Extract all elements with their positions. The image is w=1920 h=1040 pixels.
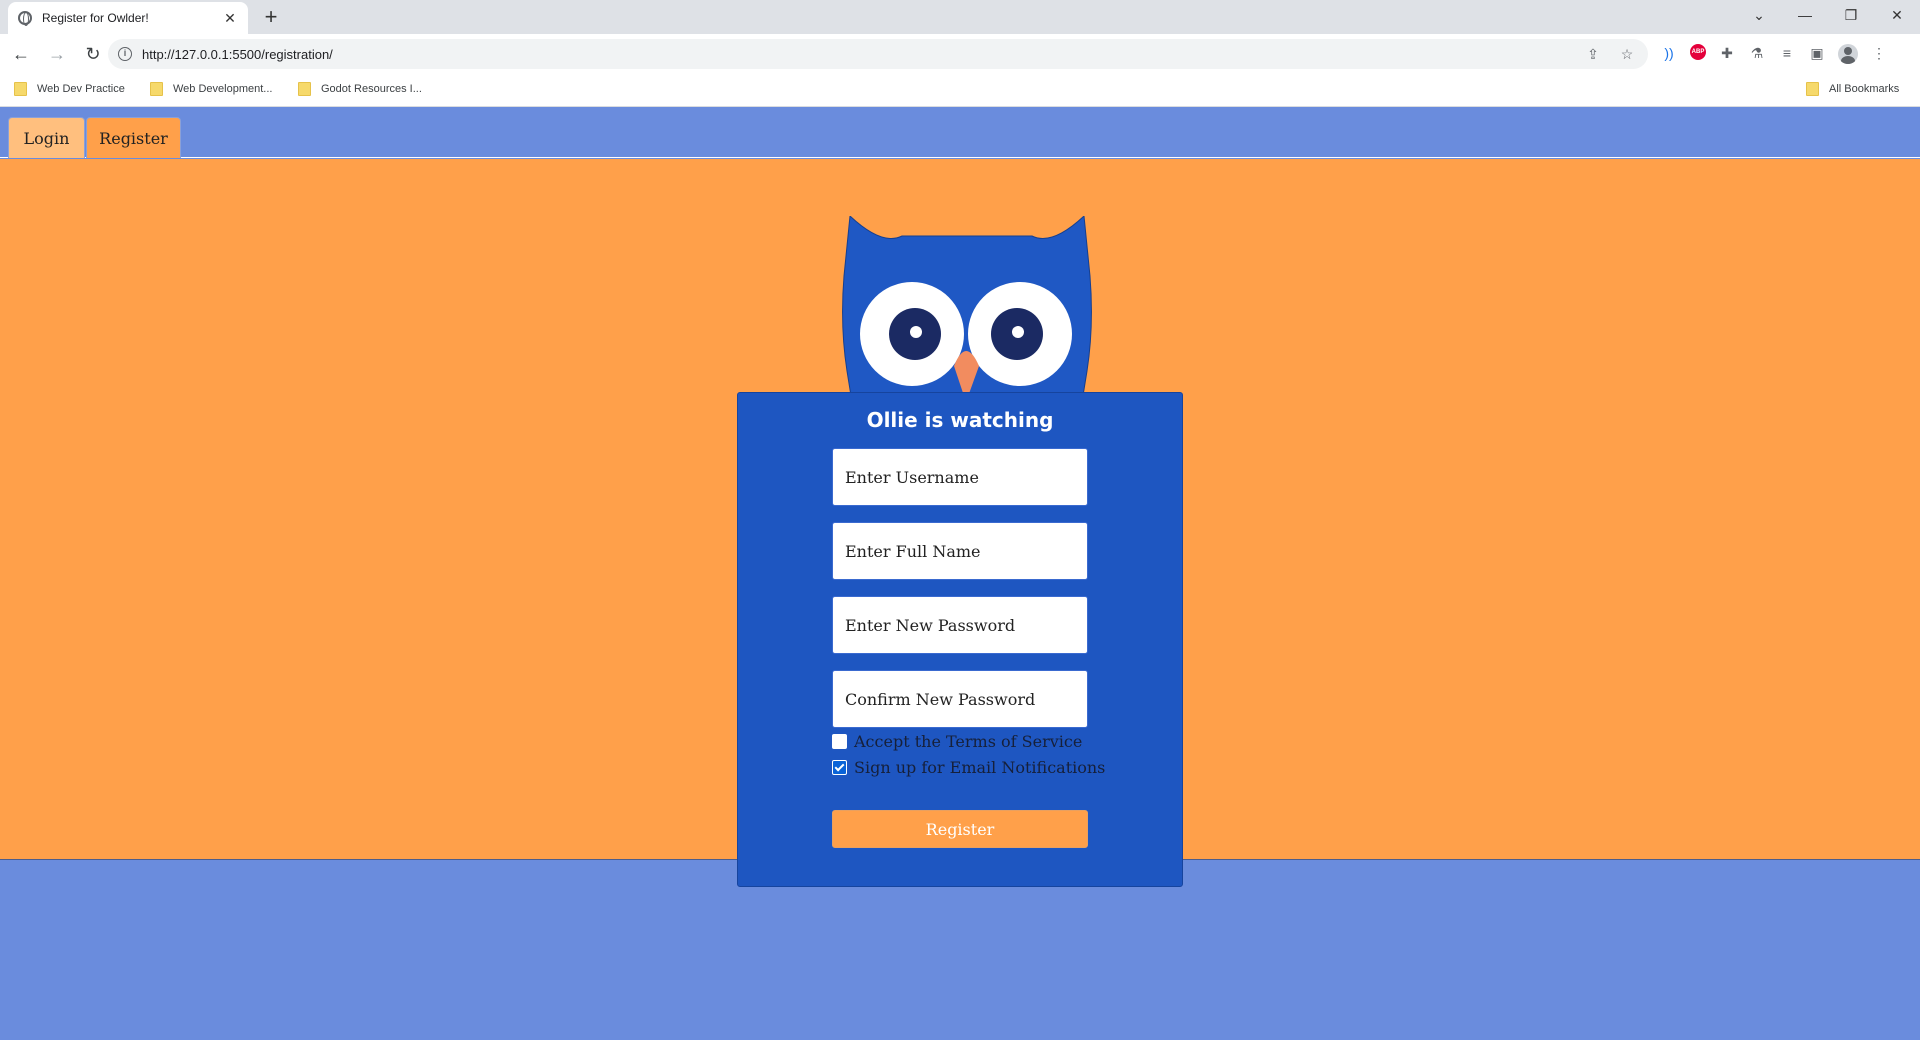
browser-toolbar: ← → ↻ i http://127.0.0.1:5500/registrati… [0,34,1920,74]
email-notifications-checkbox[interactable] [832,760,847,775]
owl-mascot-icon [842,216,1092,402]
close-window-icon[interactable]: ✕ [1874,0,1920,30]
new-tab-button[interactable]: + [258,4,284,30]
browser-tab-title: Register for Owlder! [42,11,149,25]
terms-label[interactable]: Accept the Terms of Service [854,732,1082,751]
side-panel-icon[interactable]: ▣ [1808,44,1826,62]
bookmark-label: Web Development... [173,83,273,95]
adblock-plus-icon[interactable]: ABP [1690,44,1706,60]
tab-search-icon[interactable]: ⌄ [1736,0,1782,30]
folder-icon [1806,82,1819,96]
full-name-input[interactable] [832,522,1088,580]
bookmark-web-development[interactable]: Web Development... [150,82,272,96]
folder-icon [150,82,163,96]
back-icon[interactable]: ← [6,39,36,69]
site-info-icon[interactable]: i [118,47,132,61]
bookmark-label: Godot Resources I... [321,83,422,95]
minimize-icon[interactable]: — [1782,0,1828,30]
email-notifications-row: Sign up for Email Notifications [832,758,1105,777]
top-nav: Login Register [0,108,1920,158]
address-bar-url[interactable]: http://127.0.0.1:5500/registration/ [142,47,333,62]
bookmark-web-dev-practice[interactable]: Web Dev Practice [14,82,125,96]
terms-checkbox[interactable] [832,734,847,749]
globe-icon [18,11,32,26]
folder-icon [14,82,27,96]
all-bookmarks[interactable]: All Bookmarks [1806,82,1899,96]
tab-login[interactable]: Login [8,117,85,158]
all-bookmarks-label: All Bookmarks [1829,83,1900,95]
address-bar[interactable]: i http://127.0.0.1:5500/registration/ ⇪ … [108,39,1648,69]
read-aloud-icon[interactable]: )) [1660,44,1678,62]
new-password-input[interactable] [832,596,1088,654]
bookmark-godot-resources[interactable]: Godot Resources I... [298,82,422,96]
hero-section: Ollie is watching Accept the Terms of Se… [0,159,1920,887]
star-icon[interactable]: ☆ [1618,45,1636,63]
extensions-area: )) ABP ✚ ⚗ ≡ ▣ ⋮ [1660,44,1888,64]
registration-card: Ollie is watching Accept the Terms of Se… [737,392,1183,887]
register-button[interactable]: Register [832,810,1088,848]
close-tab-icon[interactable]: ✕ [222,10,238,27]
labs-flask-icon[interactable]: ⚗ [1748,44,1766,62]
folder-icon [298,82,311,96]
bookmark-label: Web Dev Practice [37,83,125,95]
profile-avatar-icon[interactable] [1838,44,1858,64]
extensions-puzzle-icon[interactable]: ✚ [1718,44,1736,62]
media-controls-icon[interactable]: ≡ [1778,44,1796,62]
reload-icon[interactable]: ↻ [78,39,108,69]
page-body: Login Register Ollie is watching Accept … [0,108,1920,1040]
browser-tab[interactable]: Register for Owlder! ✕ [8,2,248,34]
tab-register[interactable]: Register [86,117,181,158]
window-controls: ⌄ — ❐ ✕ [1736,0,1920,30]
browser-tab-strip: Register for Owlder! ✕ + ⌄ — ❐ ✕ [0,0,1920,34]
bookmarks-bar: Web Dev Practice Web Development... Godo… [0,74,1920,107]
terms-checkbox-row: Accept the Terms of Service [832,732,1082,751]
restore-icon[interactable]: ❐ [1828,0,1874,30]
confirm-password-input[interactable] [832,670,1088,728]
forward-icon[interactable]: → [42,39,72,69]
email-notifications-label[interactable]: Sign up for Email Notifications [854,758,1105,777]
username-input[interactable] [832,448,1088,506]
card-title: Ollie is watching [866,408,1054,432]
kebab-menu-icon[interactable]: ⋮ [1870,44,1888,62]
share-icon[interactable]: ⇪ [1584,45,1602,63]
